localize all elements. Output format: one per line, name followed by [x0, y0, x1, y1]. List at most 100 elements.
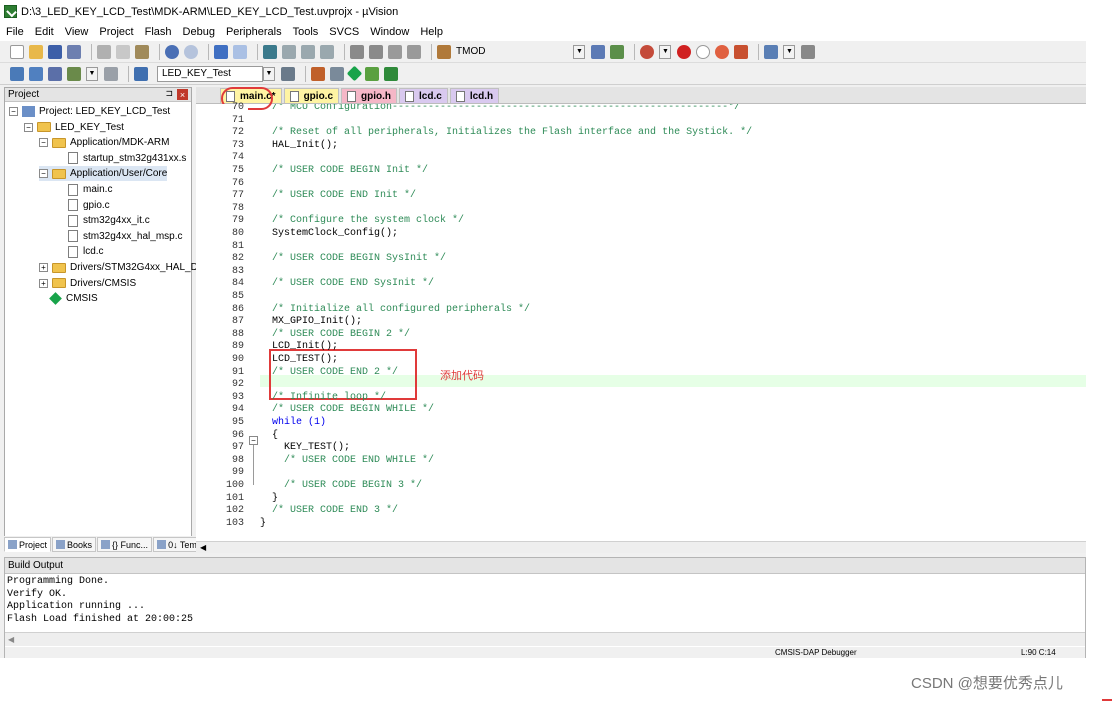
code-editor: main.c* gpio.c gpio.h lcd.c lcd.h 70 71 72 73 74… [196, 87, 1086, 553]
menu-svcs[interactable]: SVCS [329, 26, 359, 38]
tree-item[interactable]: stm32g4xx_it.c [68, 213, 150, 228]
new-file-icon[interactable] [10, 44, 24, 59]
target-dropdown[interactable]: ▼ [263, 66, 275, 81]
layout-dropdown[interactable]: ▼ [783, 44, 796, 59]
project-panel-tab[interactable]: {} Func... [97, 537, 153, 552]
breakpoint-insert-icon[interactable] [677, 44, 692, 59]
select-target-combo[interactable]: LED_KEY_Test [157, 65, 263, 82]
bookmark-previous-icon[interactable] [282, 44, 296, 59]
line-number: 92 [231, 379, 244, 391]
breakpoint-kill-icon[interactable] [715, 44, 730, 59]
bookmark-insert-icon[interactable] [263, 44, 277, 59]
folder-icon [52, 137, 66, 148]
navigate-back-icon[interactable] [214, 44, 228, 59]
paste-icon[interactable] [135, 44, 149, 59]
pin-icon[interactable]: ⊐ [165, 88, 173, 99]
debug-dropdown[interactable]: ▼ [659, 44, 672, 59]
collapse-icon[interactable]: − [39, 169, 48, 179]
build-output-horizontal-scrollbar[interactable]: ◀ [5, 632, 1085, 646]
find-in-files[interactable]: TMOD [437, 44, 485, 59]
unindent-icon[interactable] [369, 44, 383, 59]
menu-flash[interactable]: Flash [145, 26, 172, 38]
menu-debug[interactable]: Debug [183, 26, 215, 38]
rebuild-icon[interactable] [48, 66, 62, 81]
copy-icon[interactable] [116, 44, 130, 59]
tree-item[interactable]: + Drivers/CMSIS [39, 276, 136, 291]
find-dropdown[interactable]: ▼ [573, 44, 586, 59]
window-layout-icon[interactable] [764, 44, 779, 59]
menu-project[interactable]: Project [99, 26, 133, 38]
expand-icon[interactable]: + [39, 278, 48, 288]
manage-runtime-environment-icon[interactable] [346, 65, 363, 82]
code-text-area[interactable]: 添加代码 /* MCU Configuration---------------… [260, 104, 1086, 541]
configure-tools-icon[interactable] [801, 44, 816, 59]
tree-item[interactable]: gpio.c [68, 198, 110, 213]
menu-tools[interactable]: Tools [293, 26, 319, 38]
close-icon[interactable]: × [177, 89, 188, 100]
menu-view[interactable]: View [65, 26, 89, 38]
line-number: 75 [231, 165, 244, 176]
collapse-icon[interactable]: − [39, 138, 48, 148]
navigate-forward-icon[interactable] [233, 44, 247, 59]
collapse-icon[interactable]: − [24, 122, 33, 132]
tab-icon [101, 540, 111, 549]
expand-icon[interactable]: + [39, 263, 48, 272]
menu-help[interactable]: Help [420, 26, 443, 38]
tree-item[interactable]: − LED_KEY_Test [24, 120, 124, 135]
project-panel-tab[interactable]: Project [4, 537, 52, 552]
select-packs-icon[interactable] [330, 66, 344, 81]
find-icon[interactable] [610, 44, 625, 59]
line-number: 87 [231, 316, 244, 328]
cut-icon[interactable] [97, 44, 111, 59]
tree-item[interactable]: − Project: LED_KEY_LCD_Test [9, 104, 170, 119]
pack-installer-icon[interactable] [365, 66, 379, 81]
editor-tab[interactable]: lcd.c [399, 88, 448, 103]
indent-icon[interactable] [350, 44, 364, 59]
tree-item[interactable]: lcd.c [68, 244, 104, 259]
tree-item[interactable]: − Application/MDK-ARM [39, 135, 169, 150]
debug-session-icon[interactable] [640, 44, 655, 59]
build-output-text[interactable]: Programming Done. Verify OK. Application r… [5, 574, 1085, 628]
menu-file[interactable]: File [6, 26, 24, 38]
project-panel-tab[interactable]: Books [52, 537, 97, 552]
line-number: 84 [231, 278, 244, 290]
download-load-icon[interactable] [134, 66, 148, 81]
fold-collapse-icon[interactable]: − [249, 436, 258, 445]
tree-item[interactable]: stm32g4xx_hal_msp.c [68, 229, 183, 244]
editor-tab[interactable]: lcd.h [449, 88, 500, 103]
save-all-icon[interactable] [67, 44, 81, 59]
breakpoint-disable-icon[interactable] [696, 44, 711, 59]
batch-build-dropdown[interactable]: ▼ [86, 66, 98, 81]
bookmark-clear-icon[interactable] [320, 44, 334, 59]
scroll-left-icon[interactable]: ◀ [200, 543, 206, 552]
stm32cubemx-icon[interactable] [384, 66, 398, 81]
breakpoint-clear-icon[interactable] [734, 44, 749, 59]
save-icon[interactable] [48, 44, 62, 59]
redo-icon[interactable] [184, 44, 198, 59]
tree-item[interactable]: CMSIS [49, 291, 98, 306]
editor-horizontal-scrollbar[interactable]: ◀ [196, 541, 1086, 553]
uncomment-icon[interactable] [407, 44, 421, 59]
tree-item[interactable]: + Drivers/STM32G4xx_HAL_Dri [39, 260, 203, 275]
open-folder-icon[interactable] [29, 44, 43, 59]
build-icon[interactable] [29, 66, 43, 81]
comment-icon[interactable] [388, 44, 402, 59]
scroll-left-icon[interactable]: ◀ [8, 635, 14, 644]
tree-item[interactable]: startup_stm32g431xx.s [68, 151, 186, 166]
incremental-find-icon[interactable] [591, 44, 606, 59]
undo-icon[interactable] [165, 44, 179, 59]
bookmark-next-icon[interactable] [301, 44, 315, 59]
tree-item[interactable]: − Application/User/Core [39, 166, 168, 182]
collapse-icon[interactable]: − [9, 107, 18, 116]
menu-peripherals[interactable]: Peripherals [226, 26, 282, 38]
translate-icon[interactable] [10, 66, 24, 81]
manage-project-items-icon[interactable] [311, 66, 325, 81]
stop-build-icon[interactable] [104, 66, 118, 81]
menu-edit[interactable]: Edit [35, 26, 54, 38]
editor-tab[interactable]: gpio.c [283, 88, 340, 103]
tree-item[interactable]: main.c [68, 182, 112, 197]
menu-window[interactable]: Window [370, 26, 409, 38]
batch-build-icon[interactable] [67, 66, 81, 81]
editor-tab[interactable]: gpio.h [341, 88, 398, 103]
target-options-icon[interactable] [281, 66, 295, 81]
